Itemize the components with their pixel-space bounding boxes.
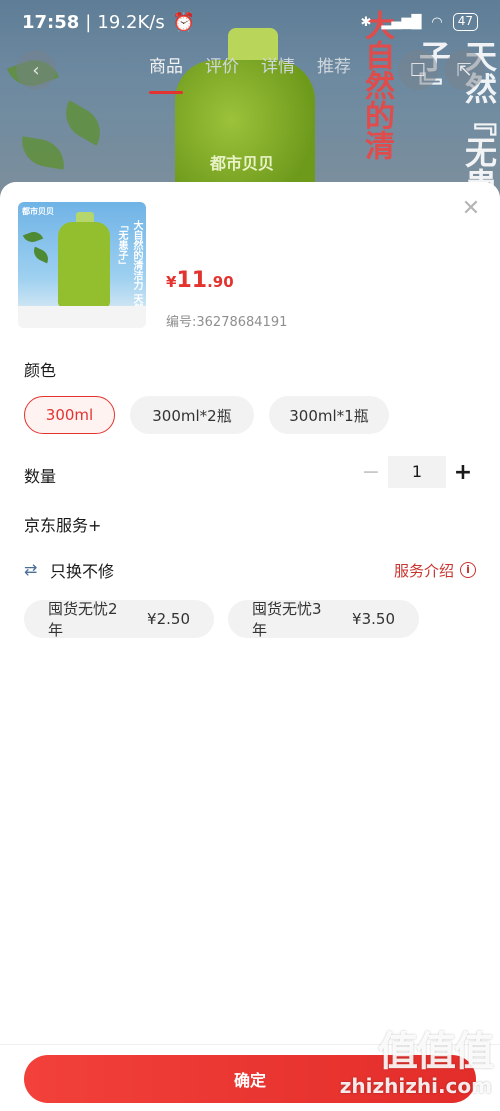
sku-selection-sheet: ✕ 都市贝贝 大自然的清洁力 天然「无患子」 ¥11.90 编号:3627868… [0, 182, 500, 1111]
close-icon[interactable]: ✕ [460, 198, 482, 220]
service-intro-link[interactable]: 服务介绍 i [394, 560, 476, 581]
service-name: 只换不修 [50, 562, 115, 581]
leaf-decoration [22, 229, 44, 245]
color-option-300ml-2[interactable]: 300ml*2瓶 [130, 396, 254, 434]
tab-goods[interactable]: 商品 [149, 52, 183, 94]
alarm-icon: ⏰ [172, 11, 196, 33]
color-option-300ml[interactable]: 300ml [24, 396, 115, 434]
tab-recommend[interactable]: 推荐 [317, 52, 351, 88]
service-option-name: 囤货无忧3年 [252, 600, 322, 639]
signal-icon: ▂▄▆█ [381, 14, 422, 30]
exchange-icon: ⇄ [24, 560, 38, 579]
color-option-300ml-1[interactable]: 300ml*1瓶 [269, 396, 389, 434]
info-icon: i [460, 562, 476, 578]
tab-details[interactable]: 详情 [261, 52, 295, 88]
service-label: 京东服务+ [24, 516, 102, 535]
service-option-2yr[interactable]: 囤货无忧2年 ¥2.50 [24, 600, 214, 639]
status-divider: | [85, 11, 92, 33]
price-integer: 11 [176, 268, 208, 293]
service-option-price: ¥2.50 [147, 610, 190, 628]
wifi-icon: ◠ [431, 14, 443, 30]
status-icons: ✱ ▂▄▆█ ◠ 47 [360, 13, 478, 31]
leaf-decoration [18, 136, 68, 170]
sku-number: 编号:36278684191 [166, 315, 288, 330]
thumbnail-pedestal [18, 306, 146, 328]
quantity-stepper: − 1 + [354, 456, 480, 488]
minus-button[interactable]: − [354, 460, 388, 485]
watermark-site: zhizhizhi.com [339, 1074, 492, 1098]
service-row: ⇄ 只换不修 服务介绍 i [24, 558, 476, 582]
tab-reviews[interactable]: 评价 [205, 52, 239, 88]
leaf-decoration [30, 246, 52, 264]
watermark-glyphs: 值值值 [378, 1029, 494, 1075]
battery-icon: 47 [452, 13, 478, 31]
thumbnail-logo: 都市贝贝 [22, 207, 54, 216]
product-brand-text: 都市贝贝 [210, 154, 275, 173]
service-option-price: ¥3.50 [352, 610, 395, 628]
bluetooth-icon: ✱ [360, 14, 372, 30]
product-thumbnail: 都市贝贝 大自然的清洁力 天然「无患子」 [18, 202, 146, 328]
product-bottle-image [58, 222, 110, 308]
network-speed: 19.2K/s [97, 11, 165, 33]
service-option-name: 囤货无忧2年 [48, 600, 118, 639]
currency-symbol: ¥ [166, 273, 177, 291]
color-label: 颜色 [24, 361, 57, 380]
service-option-3yr[interactable]: 囤货无忧3年 ¥3.50 [228, 600, 419, 639]
status-time: 17:58 [22, 11, 80, 33]
watermark: 值值值 zhizhizhi.com [339, 1029, 494, 1098]
status-bar: 17:58 | 19.2K/s ⏰ ✱ ▂▄▆█ ◠ 47 [0, 0, 500, 44]
price-decimal: .90 [207, 273, 234, 291]
quantity-input[interactable]: 1 [388, 456, 446, 488]
product-tabs: 商品 评价 详情 推荐 [0, 52, 500, 94]
leaf-decoration [56, 100, 110, 146]
service-intro-label: 服务介绍 [393, 561, 454, 580]
plus-button[interactable]: + [446, 460, 480, 485]
product-price: ¥11.90 [166, 268, 234, 293]
quantity-label: 数量 [24, 467, 57, 486]
